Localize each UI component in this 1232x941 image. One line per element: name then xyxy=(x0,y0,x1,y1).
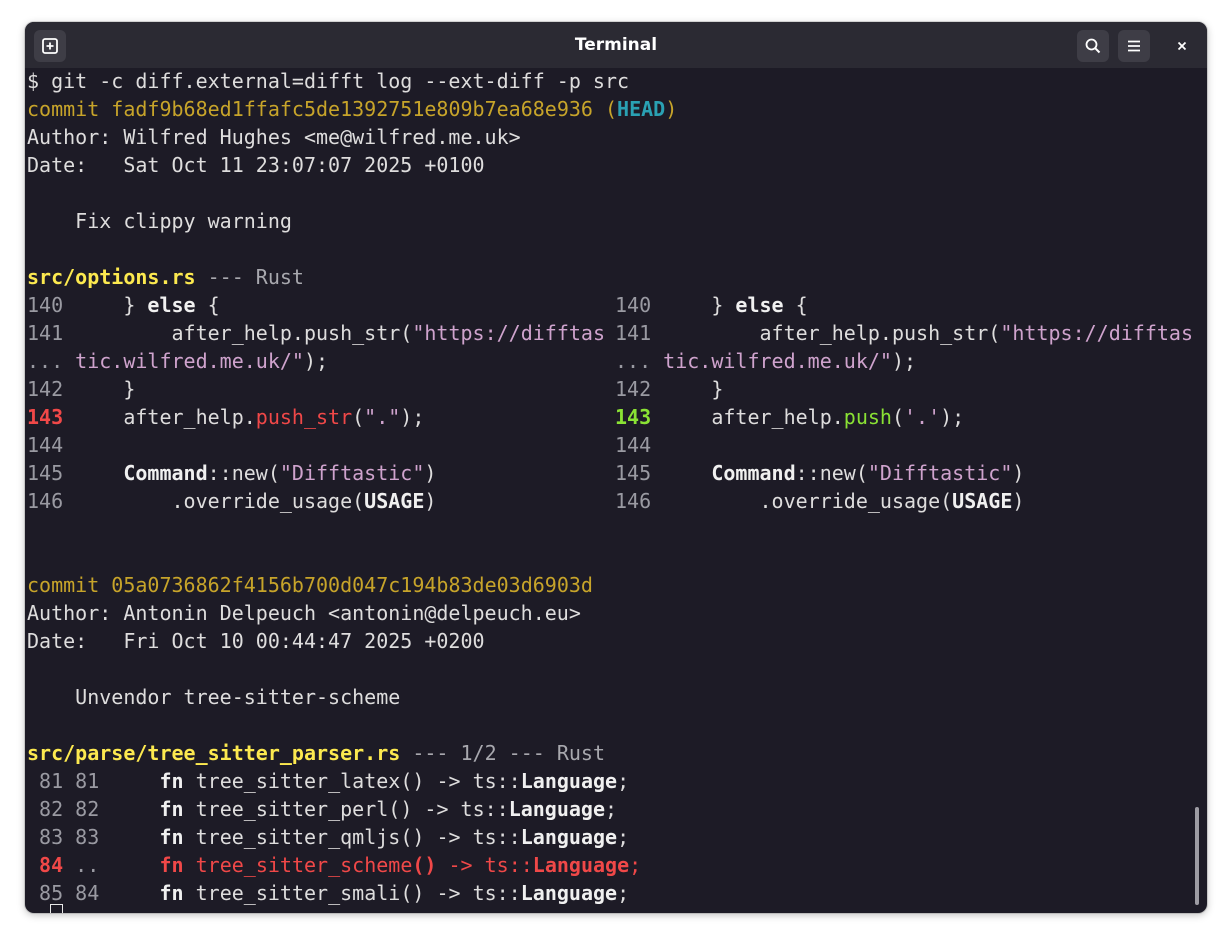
commit-line: commit fadf9b68ed1ffafc5de1392751e809b7e… xyxy=(27,97,678,121)
diff-row: 140 } else { 140 } else { xyxy=(27,293,808,317)
date-line: Date: Fri Oct 10 00:44:47 2025 +0200 xyxy=(27,629,485,653)
terminal-output[interactable]: $ git -c diff.external=difft log --ext-d… xyxy=(27,67,1193,907)
scrollbar-thumb[interactable] xyxy=(1195,807,1199,905)
removed-side: 143 after_help.push_str("."); xyxy=(27,405,425,429)
diff-row: 85 84 fn tree_sitter_smali() -> ts::Lang… xyxy=(27,881,630,905)
terminal-cursor xyxy=(50,904,63,913)
close-button[interactable] xyxy=(1168,32,1196,60)
menu-button[interactable] xyxy=(1118,30,1150,62)
window-title: Terminal xyxy=(574,35,658,55)
commit-hash: fadf9b68ed1ffafc5de1392751e809b7ea68e936 xyxy=(111,97,593,121)
close-icon xyxy=(1177,41,1187,51)
commit-hash: 05a0736862f4156b700d047c194b83de03d6903d xyxy=(111,573,593,597)
diff-row: 146 .override_usage(USAGE) 146 .override… xyxy=(27,489,1025,513)
file-path: src/parse/tree_sitter_parser.rs xyxy=(27,741,401,765)
commit-line: commit 05a0736862f4156b700d047c194b83de0… xyxy=(27,573,593,597)
diff-row-removed: 84 .. fn tree_sitter_scheme() -> ts::Lan… xyxy=(27,853,642,877)
head-ref: HEAD xyxy=(617,97,666,121)
diff-row: 81 81 fn tree_sitter_latex() -> ts::Lang… xyxy=(27,769,630,793)
diff-row: 145 Command::new("Difftastic") 145 Comma… xyxy=(27,461,1025,485)
file-path: src/options.rs xyxy=(27,265,196,289)
hamburger-menu-icon xyxy=(1128,40,1140,52)
title-bar: Terminal xyxy=(25,22,1207,68)
commit-message: Unvendor tree-sitter-scheme xyxy=(27,685,401,709)
author-line: Author: Wilfred Hughes <me@wilfred.me.uk… xyxy=(27,125,521,149)
added-side: 143 after_help.push('.'); xyxy=(615,405,965,429)
diff-row: 83 83 fn tree_sitter_qmljs() -> ts::Lang… xyxy=(27,825,630,849)
diff-row: ... tic.wilfred.me.uk/"); ... tic.wilfre… xyxy=(27,349,917,373)
file-header: src/options.rs --- Rust xyxy=(27,265,304,289)
diff-row-changed: 143 after_help.push_str("."); 143 after_… xyxy=(27,403,1193,431)
terminal-window: Terminal $ git -c diff.external=difft lo… xyxy=(25,22,1207,913)
prompt-line: $ git -c diff.external=difft log --ext-d… xyxy=(27,69,630,93)
diff-row: 141 after_help.push_str("https://difftas… xyxy=(27,321,1193,345)
commit-message: Fix clippy warning xyxy=(27,209,292,233)
diff-row: 82 82 fn tree_sitter_perl() -> ts::Langu… xyxy=(27,797,618,821)
author-line: Author: Antonin Delpeuch <antonin@delpeu… xyxy=(27,601,581,625)
date-line: Date: Sat Oct 11 23:07:07 2025 +0100 xyxy=(27,153,485,177)
search-icon xyxy=(1085,38,1101,54)
search-button[interactable] xyxy=(1077,30,1109,62)
diff-row: 142 } 142 } xyxy=(27,377,724,401)
file-header: src/parse/tree_sitter_parser.rs --- 1/2 … xyxy=(27,741,605,765)
diff-row: 144 144 xyxy=(27,433,652,457)
